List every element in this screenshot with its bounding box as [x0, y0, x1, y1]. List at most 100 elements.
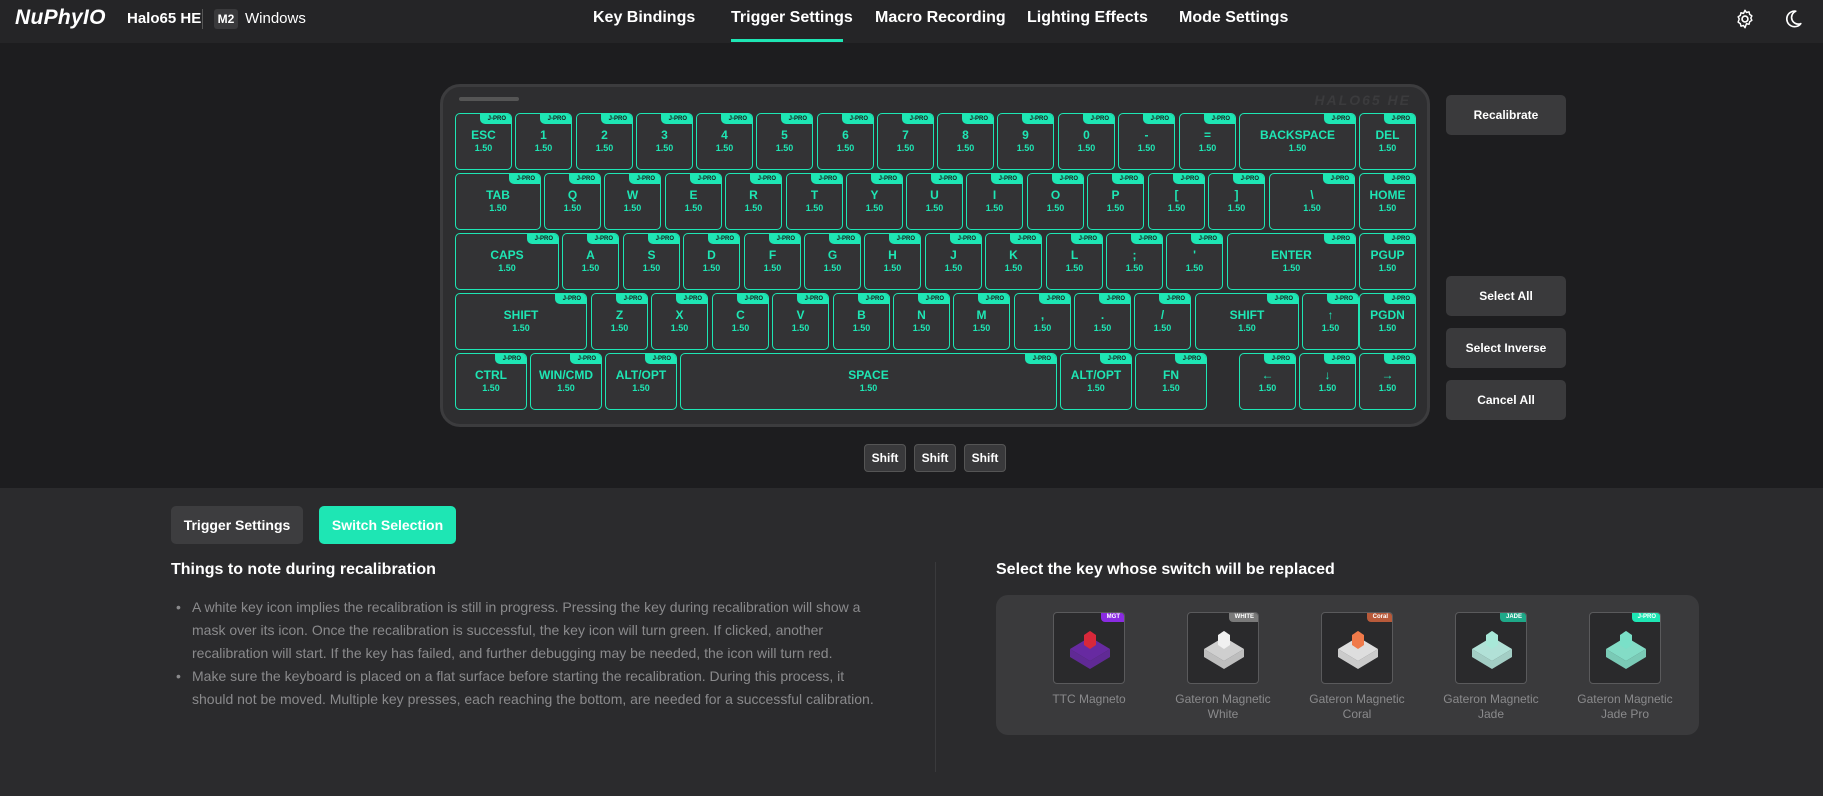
key-s[interactable]: J-PRO S 1.50: [623, 233, 680, 290]
key-[interactable]: J-PRO; 1.50: [1106, 233, 1163, 290]
key-[interactable]: J-PRO -1.50: [1118, 113, 1175, 170]
key-9[interactable]: J-PRO 9 1.50: [997, 113, 1054, 170]
key-w[interactable]: J-PRO W 1.50: [604, 173, 661, 230]
key-ctrl[interactable]: J-PRO CTRL 1.50: [455, 353, 527, 410]
select-inverse-button[interactable]: Select Inverse: [1446, 328, 1566, 368]
tab-key-bindings[interactable]: Key Bindings: [593, 9, 695, 27]
key-u[interactable]: J-PRO U 1.50: [906, 173, 963, 230]
key-tab[interactable]: J-PRO TAB 1.50: [455, 173, 541, 230]
key-3[interactable]: J-PRO 3 1.50: [636, 113, 693, 170]
key-enter[interactable]: J-PRO ENTER 1.50: [1227, 233, 1356, 290]
tab-mode-settings[interactable]: Mode Settings: [1179, 9, 1288, 27]
key-1[interactable]: J-PRO 1 1.50: [515, 113, 572, 170]
key-r[interactable]: J-PRO R 1.50: [725, 173, 782, 230]
key-m[interactable]: J-PRO M 1.50: [953, 293, 1010, 350]
switch-image[interactable]: MGT: [1053, 612, 1125, 684]
key-n[interactable]: J-PRO N 1.50: [893, 293, 950, 350]
switch-option[interactable]: MGT TTC Magneto: [1034, 612, 1144, 707]
key-alt-opt[interactable]: J-PRO ALT/OPT 1.50: [1060, 353, 1132, 410]
select-all-button[interactable]: Select All: [1446, 276, 1566, 316]
switch-tag: J-PRO: [1383, 354, 1415, 364]
key-d[interactable]: J-PRO D 1.50: [683, 233, 740, 290]
key-o[interactable]: J-PRO O 1.50: [1027, 173, 1084, 230]
switch-image[interactable]: Coral: [1321, 612, 1393, 684]
key-z[interactable]: J-PRO Z 1.50: [591, 293, 648, 350]
key-6[interactable]: J-PRO 6 1.50: [817, 113, 874, 170]
key-b[interactable]: J-PRO B 1.50: [833, 293, 890, 350]
trigger-settings-tab[interactable]: Trigger Settings: [171, 506, 303, 544]
key-7[interactable]: J-PRO 7 1.50: [877, 113, 934, 170]
key-p[interactable]: J-PRO P 1.50: [1087, 173, 1144, 230]
key-caps[interactable]: J-PRO CAPS 1.50: [455, 233, 559, 290]
key-k[interactable]: J-PRO K 1.50: [985, 233, 1042, 290]
key-pgdn[interactable]: J-PRO PGDN 1.50: [1359, 293, 1416, 350]
key-esc[interactable]: J-PRO ESC 1.50: [455, 113, 512, 170]
key-[interactable]: J-PRO ↑ 1.50: [1302, 293, 1359, 350]
switch-image[interactable]: JADE: [1455, 612, 1527, 684]
key-shift[interactable]: J-PRO SHIFT 1.50: [1195, 293, 1299, 350]
key-win-cmd[interactable]: J-PRO WIN/CMD 1.50: [530, 353, 602, 410]
key-h[interactable]: J-PRO H 1.50: [864, 233, 921, 290]
switch-option[interactable]: J-PRO Gateron Magnetic Jade Pro: [1570, 612, 1680, 722]
key-0[interactable]: J-PRO 0 1.50: [1058, 113, 1115, 170]
key-v[interactable]: J-PRO V 1.50: [772, 293, 829, 350]
key-backspace[interactable]: J-PRO BACKSPACE 1.50: [1239, 113, 1356, 170]
key-label: 6: [842, 128, 849, 142]
key-fn[interactable]: J-PRO FN 1.50: [1135, 353, 1207, 410]
key-8[interactable]: J-PRO 8 1.50: [937, 113, 994, 170]
key-e[interactable]: J-PRO E 1.50: [665, 173, 722, 230]
key-y[interactable]: J-PRO Y 1.50: [846, 173, 903, 230]
key-5[interactable]: J-PRO 5 1.50: [756, 113, 813, 170]
gear-icon[interactable]: [1734, 8, 1756, 30]
key-[interactable]: J-PRO, 1.50: [1014, 293, 1071, 350]
key-j[interactable]: J-PRO J 1.50: [925, 233, 982, 290]
key-[interactable]: J-PRO → 1.50: [1359, 353, 1416, 410]
switch-option[interactable]: WHITE Gateron Magnetic White: [1168, 612, 1278, 722]
tab-lighting-effects[interactable]: Lighting Effects: [1027, 9, 1148, 27]
switch-selection-tab[interactable]: Switch Selection: [319, 506, 456, 544]
tab-macro-recording[interactable]: Macro Recording: [875, 9, 1006, 27]
device-model[interactable]: Halo65 HE: [127, 10, 201, 27]
key-t[interactable]: J-PRO T 1.50: [786, 173, 843, 230]
key-alt-opt[interactable]: J-PRO ALT/OPT 1.50: [605, 353, 677, 410]
moon-icon[interactable]: [1782, 8, 1804, 30]
key-i[interactable]: J-PRO I 1.50: [966, 173, 1023, 230]
key-2[interactable]: J-PRO 2 1.50: [576, 113, 633, 170]
cancel-all-button[interactable]: Cancel All: [1446, 380, 1566, 420]
recalibrate-button[interactable]: Recalibrate: [1446, 95, 1566, 135]
tab-trigger-settings[interactable]: Trigger Settings: [731, 9, 853, 27]
shift-button[interactable]: Shift: [914, 444, 956, 472]
switch-image[interactable]: J-PRO: [1589, 612, 1661, 684]
key-f[interactable]: J-PRO F 1.50: [744, 233, 801, 290]
key-[interactable]: J-PRO. 1.50: [1074, 293, 1131, 350]
key-del[interactable]: J-PRO DEL 1.50: [1359, 113, 1416, 170]
shift-button[interactable]: Shift: [864, 444, 906, 472]
switch-option[interactable]: Coral Gateron Magnetic Coral: [1302, 612, 1412, 722]
key-[interactable]: J-PRO = 1.50: [1179, 113, 1236, 170]
key-4[interactable]: J-PRO 4 1.50: [696, 113, 753, 170]
key-a[interactable]: J-PRO A 1.50: [562, 233, 619, 290]
switch-option[interactable]: JADE Gateron Magnetic Jade: [1436, 612, 1546, 722]
key-[interactable]: J-PRO] 1.50: [1208, 173, 1265, 230]
key-x[interactable]: J-PRO X 1.50: [651, 293, 708, 350]
key-[interactable]: J-PRO [1.50: [1148, 173, 1205, 230]
key-[interactable]: J-PRO ' 1.50: [1166, 233, 1223, 290]
key-pgup[interactable]: J-PRO PGUP 1.50: [1359, 233, 1416, 290]
key-[interactable]: J-PRO /1.50: [1134, 293, 1191, 350]
shift-button[interactable]: Shift: [964, 444, 1006, 472]
key-[interactable]: J-PRO \ 1.50: [1269, 173, 1355, 230]
key-g[interactable]: J-PRO G 1.50: [804, 233, 861, 290]
key-c[interactable]: J-PRO C 1.50: [712, 293, 769, 350]
key-shift[interactable]: J-PRO SHIFT 1.50: [455, 293, 587, 350]
switch-image[interactable]: WHITE: [1187, 612, 1259, 684]
key-l[interactable]: J-PRO L 1.50: [1046, 233, 1103, 290]
mode-badge[interactable]: M2: [214, 9, 238, 29]
key-label: ENTER: [1271, 248, 1312, 262]
key-label: WIN/CMD: [539, 368, 593, 382]
key-[interactable]: J-PRO ← 1.50: [1239, 353, 1296, 410]
key-home[interactable]: J-PRO HOME 1.50: [1359, 173, 1416, 230]
key-space[interactable]: J-PRO SPACE 1.50: [680, 353, 1057, 410]
os-label[interactable]: Windows: [245, 10, 306, 27]
key-q[interactable]: J-PRO Q 1.50: [544, 173, 601, 230]
key-[interactable]: J-PRO ↓ 1.50: [1299, 353, 1356, 410]
